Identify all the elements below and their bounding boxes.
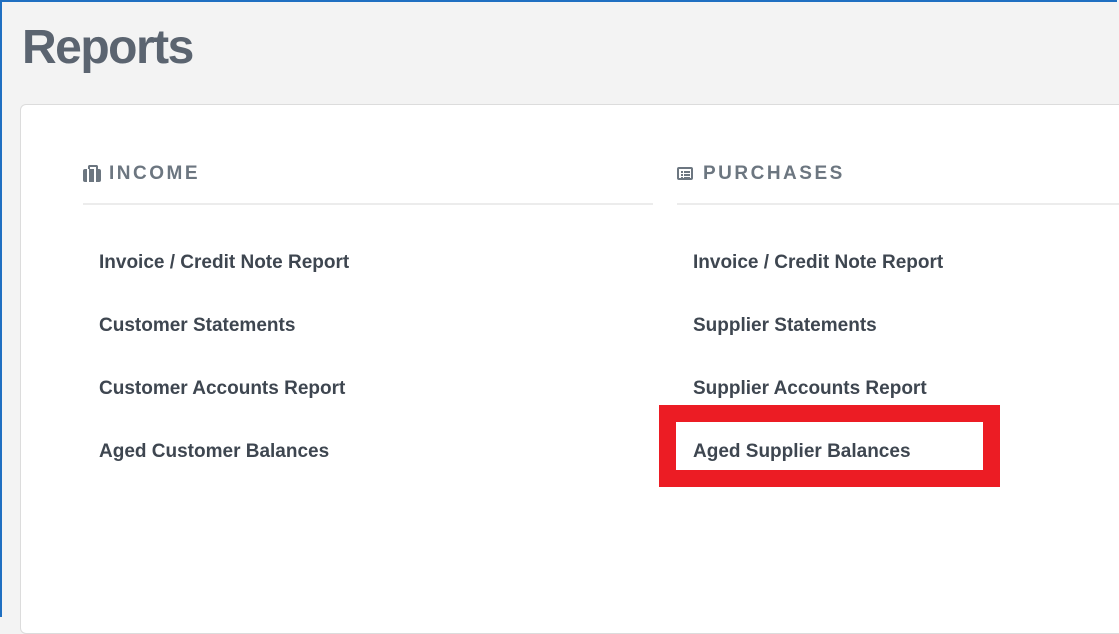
purchases-section-header: PURCHASES	[677, 157, 1119, 205]
customer-statements-link[interactable]: Customer Statements	[99, 294, 653, 357]
aged-customer-balances-link[interactable]: Aged Customer Balances	[99, 420, 653, 483]
supplier-accounts-report-link[interactable]: Supplier Accounts Report	[693, 357, 1119, 420]
income-section-title: INCOME	[109, 163, 200, 184]
income-report-list: Invoice / Credit Note Report Customer St…	[83, 231, 653, 483]
income-invoice-credit-note-report-link[interactable]: Invoice / Credit Note Report	[99, 231, 653, 294]
page-title: Reports	[22, 21, 194, 74]
income-section-header: INCOME	[83, 157, 653, 205]
supplier-statements-link[interactable]: Supplier Statements	[693, 294, 1119, 357]
reports-panel: INCOME Invoice / Credit Note Report Cust…	[20, 104, 1119, 634]
income-section: INCOME Invoice / Credit Note Report Cust…	[83, 157, 653, 483]
purchases-report-list: Invoice / Credit Note Report Supplier St…	[677, 231, 1119, 483]
list-alt-icon	[677, 166, 695, 182]
customer-accounts-report-link[interactable]: Customer Accounts Report	[99, 357, 653, 420]
aged-supplier-balances-link[interactable]: Aged Supplier Balances	[693, 420, 1119, 483]
purchases-section-title: PURCHASES	[703, 163, 845, 184]
purchases-section: PURCHASES Invoice / Credit Note Report S…	[677, 157, 1119, 483]
briefcase-icon	[83, 165, 101, 182]
purchases-invoice-credit-note-report-link[interactable]: Invoice / Credit Note Report	[693, 231, 1119, 294]
